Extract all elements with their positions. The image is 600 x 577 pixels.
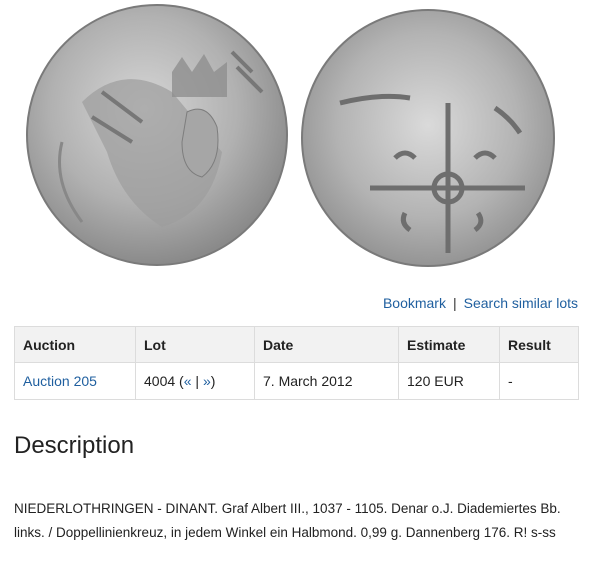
coin-obverse-image[interactable] xyxy=(22,2,292,272)
bookmark-link[interactable]: Bookmark xyxy=(383,295,446,311)
cell-auction: Auction 205 xyxy=(14,362,136,400)
description-text: NIEDERLOTHRINGEN - DINANT. Graf Albert I… xyxy=(14,501,561,540)
header-estimate: Estimate xyxy=(398,326,500,363)
table-header-row: Auction Lot Date Estimate Result xyxy=(14,326,579,363)
header-lot: Lot xyxy=(135,326,255,363)
lot-nav-separator: | xyxy=(195,373,200,389)
coin-reverse-image[interactable] xyxy=(300,8,560,273)
action-separator: | xyxy=(452,295,457,311)
description-heading: Description xyxy=(14,432,135,459)
lot-paren-close: ) xyxy=(210,373,216,389)
auction-link[interactable]: Auction 205 xyxy=(23,373,97,389)
search-similar-link[interactable]: Search similar lots xyxy=(464,295,578,311)
lot-number: 4004 xyxy=(144,373,176,389)
coin-images xyxy=(0,0,600,285)
next-lot-link[interactable]: » xyxy=(203,373,211,389)
table-row: Auction 205 4004 (« | ») 7. March 2012 1… xyxy=(14,362,579,400)
cell-date: 7. March 2012 xyxy=(254,362,399,400)
header-result: Result xyxy=(499,326,579,363)
prev-lot-link[interactable]: « xyxy=(184,373,192,389)
lot-actions: Bookmark | Search similar lots xyxy=(383,295,578,311)
header-auction: Auction xyxy=(14,326,136,363)
header-date: Date xyxy=(254,326,399,363)
cell-result: - xyxy=(499,362,579,400)
lot-info-table: Auction Lot Date Estimate Result Auction… xyxy=(14,326,579,400)
cell-lot: 4004 (« | ») xyxy=(135,362,255,400)
cell-estimate: 120 EUR xyxy=(398,362,500,400)
